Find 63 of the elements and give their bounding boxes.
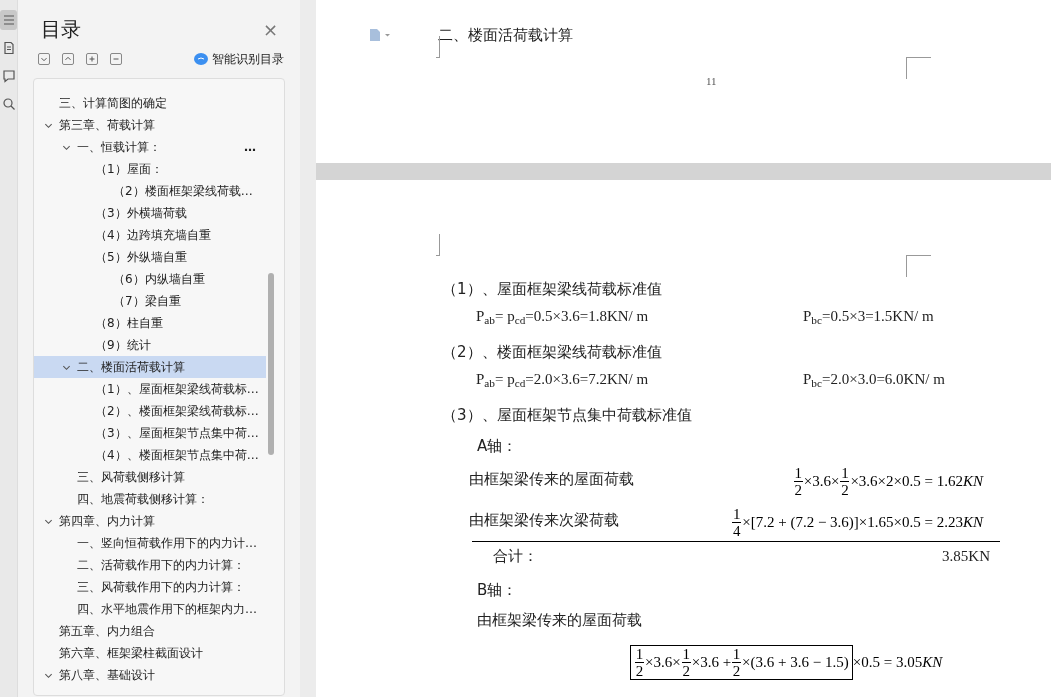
toc-item[interactable]: （1）、屋面框架梁线荷载标… bbox=[34, 378, 266, 400]
toc-item[interactable]: 第四章、内力计算 bbox=[34, 510, 266, 532]
close-button[interactable]: × bbox=[262, 15, 278, 43]
comment-icon bbox=[1, 69, 16, 83]
toc-item[interactable]: （3）、屋面框架节点集中荷… bbox=[34, 422, 266, 444]
toc-item[interactable]: 三、风荷载侧移计算 bbox=[34, 466, 266, 488]
toc-item[interactable]: 四、地震荷载侧移计算： bbox=[34, 488, 266, 510]
toc-item[interactable]: （6）内纵墙自重 bbox=[34, 268, 266, 290]
toc-item[interactable]: 四、水平地震作用下的框架内力… bbox=[34, 598, 266, 620]
plus-icon bbox=[87, 54, 97, 64]
more-icon[interactable]: … bbox=[244, 138, 256, 156]
toc-item[interactable]: 一、恒载计算： … bbox=[34, 136, 266, 158]
section-heading: 二、楼面活荷载计算 bbox=[438, 25, 573, 46]
toc-item[interactable]: 第六章、框架梁柱截面设计 bbox=[34, 642, 266, 664]
smart-toc-button[interactable]: 智能识别目录 bbox=[194, 50, 284, 68]
toc-item[interactable]: （2）楼面框架梁线荷载… bbox=[34, 180, 266, 202]
section-heading: （2）、楼面框架梁线荷载标准值 bbox=[442, 342, 663, 363]
load-formula: P$_{bc}$=2.0×3.0=6.0KN/ m bbox=[803, 370, 945, 391]
toc-item[interactable]: 第八章、基础设计 bbox=[34, 664, 266, 686]
minus-button[interactable] bbox=[110, 53, 122, 65]
toc-item[interactable]: （8）柱自重 bbox=[34, 312, 266, 334]
load-formula: P$_{ab}$= p$_{cd}$=2.0×3.6=7.2KN/ m bbox=[476, 370, 650, 391]
toc-item[interactable]: （1）屋面： bbox=[34, 158, 266, 180]
page-number: 11 bbox=[706, 73, 718, 89]
load-formula: P$_{ab}$= p$_{cd}$=0.5×3.6=1.8KN/ m bbox=[476, 307, 650, 328]
load-formula: P$_{bc}$=0.5×3=1.5KN/ m bbox=[803, 307, 934, 328]
toc-item[interactable]: 二、楼面活荷载计算 bbox=[34, 356, 266, 378]
toc-item[interactable]: 三、计算简图的确定 bbox=[34, 92, 266, 114]
load-label: 由框架梁传来的屋面荷载 bbox=[469, 469, 635, 491]
scrollbar[interactable] bbox=[268, 273, 274, 455]
expand-all-button[interactable] bbox=[62, 53, 74, 65]
toc-item[interactable]: （5）外纵墙自重 bbox=[34, 246, 266, 268]
axis-label: B轴： bbox=[477, 580, 519, 601]
toc-item[interactable]: 三、风荷载作用下的内力计算： bbox=[34, 576, 266, 598]
crop-mark bbox=[436, 35, 440, 58]
total-label: 合计： bbox=[493, 546, 538, 568]
menu-icon bbox=[1, 13, 16, 27]
panel-title: 目录 bbox=[41, 16, 81, 43]
document-icon[interactable] bbox=[369, 29, 391, 42]
toc-item[interactable]: （4）边跨填充墙自重 bbox=[34, 224, 266, 246]
toc-item[interactable]: （4）、楼面框架节点集中荷… bbox=[34, 444, 266, 466]
load-label: 由框架梁传来的屋面荷载 bbox=[477, 610, 643, 631]
toc-item[interactable]: 一、竖向恒荷载作用下的内力计… bbox=[34, 532, 266, 554]
toc-item[interactable]: （7）梁自重 bbox=[34, 290, 266, 312]
crop-mark bbox=[436, 234, 440, 256]
toc-item[interactable]: 第三章、荷载计算 bbox=[34, 114, 266, 136]
cloud-icon bbox=[194, 53, 208, 65]
axis-label: A轴： bbox=[477, 436, 519, 457]
plus-button[interactable] bbox=[86, 53, 98, 65]
crop-mark bbox=[906, 255, 931, 277]
search-icon bbox=[1, 97, 16, 111]
document-icon bbox=[1, 41, 16, 55]
section-heading: （1）、屋面框架梁线荷载标准值 bbox=[442, 279, 663, 300]
toc-item[interactable]: 第五章、内力组合 bbox=[34, 620, 266, 642]
total-value: 3.85KN bbox=[942, 547, 990, 567]
crop-mark bbox=[906, 56, 931, 79]
toc-item[interactable]: （9）统计 bbox=[34, 334, 266, 356]
toc-item[interactable]: （2）、楼面框架梁线荷载标… bbox=[34, 400, 266, 422]
toc-item[interactable]: 二、活荷载作用下的内力计算： bbox=[34, 554, 266, 576]
collapse-all-button[interactable] bbox=[38, 53, 50, 65]
section-heading: （3）、屋面框架节点集中荷载标准值 bbox=[442, 405, 693, 426]
toc-item[interactable]: （3）外横墙荷载 bbox=[34, 202, 266, 224]
load-label: 由框架梁传来次梁荷载 bbox=[469, 510, 620, 532]
